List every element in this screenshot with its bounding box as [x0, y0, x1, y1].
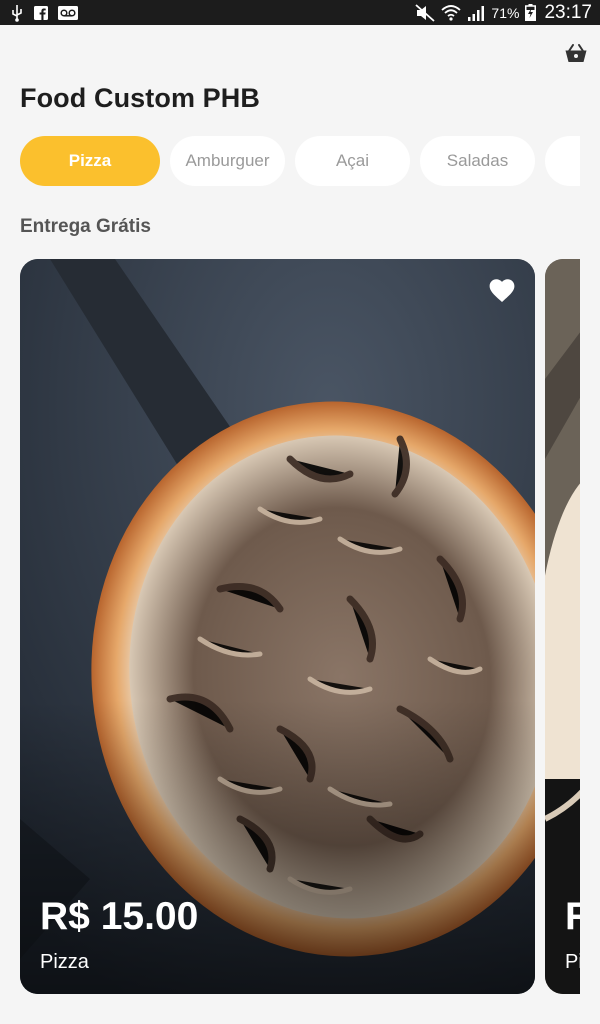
product-price: R: [565, 895, 580, 938]
basket-icon[interactable]: [564, 41, 588, 65]
product-name: Pizza: [40, 951, 89, 973]
wifi-icon: [441, 4, 462, 21]
heart-icon[interactable]: [489, 279, 515, 303]
signal-icon: [468, 5, 485, 21]
product-name: Pi: [565, 951, 580, 973]
page-title: Food Custom PHB: [20, 83, 260, 113]
category-list: PizzaAmburguerAçaiSaladasB: [20, 136, 580, 186]
status-bar: 71% 23:17: [0, 0, 600, 25]
battery-percentage: 71%: [491, 4, 520, 21]
section-title: Entrega Grátis: [20, 216, 151, 237]
usb-icon: [12, 4, 22, 22]
category-chip-acai[interactable]: Açai: [295, 136, 410, 186]
facebook-icon: [34, 5, 48, 20]
category-chip-partial[interactable]: B: [545, 136, 580, 186]
voicemail-icon: [58, 5, 78, 20]
product-card[interactable]: R Pi: [545, 259, 580, 994]
battery-icon: [525, 4, 537, 21]
clock: 23:17: [544, 1, 592, 23]
mute-icon: [415, 3, 436, 22]
product-card[interactable]: R$ 15.00 Pizza: [20, 259, 535, 994]
product-photo: [545, 259, 580, 994]
category-chip-amburguer[interactable]: Amburguer: [170, 136, 285, 186]
pizza-photo: [20, 259, 535, 994]
category-chip-pizza[interactable]: Pizza: [20, 136, 160, 186]
app-bar: [0, 25, 600, 85]
product-carousel: R$ 15.00 Pizza R Pi: [20, 259, 580, 994]
product-price: R$ 15.00: [40, 895, 199, 938]
category-chip-saladas[interactable]: Saladas: [420, 136, 535, 186]
